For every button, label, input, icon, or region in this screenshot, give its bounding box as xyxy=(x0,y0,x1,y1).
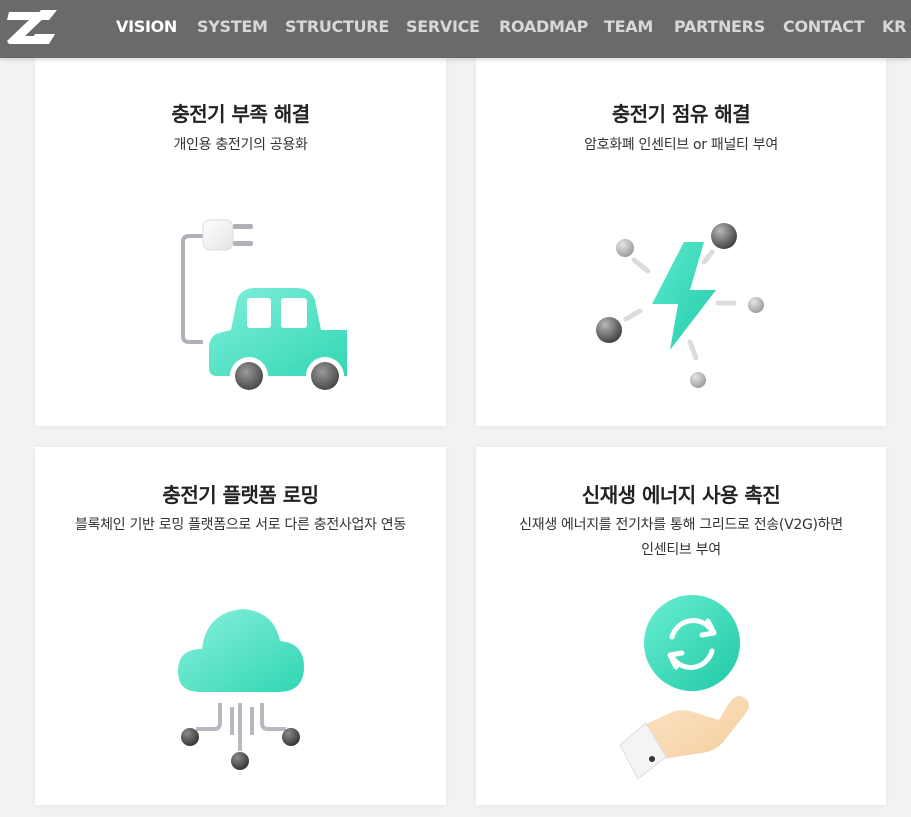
card-description: 신재생 에너지를 전기차를 통해 그리드로 전송(V2G)하면 xyxy=(519,517,843,533)
card-description: 개인용 충전기의 공용화 xyxy=(173,137,308,153)
card-title: 신재생 에너지 사용 촉진 xyxy=(581,483,781,507)
nav-roadmap[interactable]: ROADMAP xyxy=(499,0,588,54)
card-description-line2: 인센티브 부여 xyxy=(641,542,721,558)
hand-recycle-icon xyxy=(619,595,749,780)
cloud-network-icon xyxy=(178,609,304,770)
nav-structure[interactable]: STRUCTURE xyxy=(285,0,389,54)
feature-card-charger-shortage: 충전기 부족 해결 개인용 충전기의 공용화 xyxy=(35,58,446,426)
top-nav: VISION SYSTEM STRUCTURE SERVICE ROADMAP … xyxy=(0,0,911,58)
nav-language-kr[interactable]: KR xyxy=(882,0,906,54)
card-title: 충전기 부족 해결 xyxy=(171,102,310,126)
nav-vision[interactable]: VISION xyxy=(116,0,177,54)
lightning-network-icon xyxy=(596,223,764,388)
feature-card-renewable-energy: 신재생 에너지 사용 촉진 신재생 에너지를 전기차를 통해 그리드로 전송(V… xyxy=(476,447,886,805)
card-title: 충전기 점유 해결 xyxy=(611,102,751,126)
ev-car-plug-icon xyxy=(181,219,347,395)
nav-system[interactable]: SYSTEM xyxy=(197,0,268,54)
nav-contact[interactable]: CONTACT xyxy=(783,0,865,54)
logo-icon[interactable] xyxy=(5,6,59,46)
nav-service[interactable]: SERVICE xyxy=(406,0,480,54)
feature-card-platform-roaming: 충전기 플랫폼 로밍 블록체인 기반 로밍 플랫폼으로 서로 다른 충전사업자 … xyxy=(35,447,446,805)
nav-team[interactable]: TEAM xyxy=(604,0,653,54)
card-title: 충전기 플랫폼 로밍 xyxy=(162,483,319,507)
feature-card-charger-occupancy: 충전기 점유 해결 암호화폐 인센티브 or 패널티 부여 xyxy=(476,58,886,426)
nav-partners[interactable]: PARTNERS xyxy=(674,0,765,54)
card-description: 블록체인 기반 로밍 플랫폼으로 서로 다른 충전사업자 연동 xyxy=(75,517,406,533)
card-description: 암호화폐 인센티브 or 패널티 부여 xyxy=(584,137,778,153)
